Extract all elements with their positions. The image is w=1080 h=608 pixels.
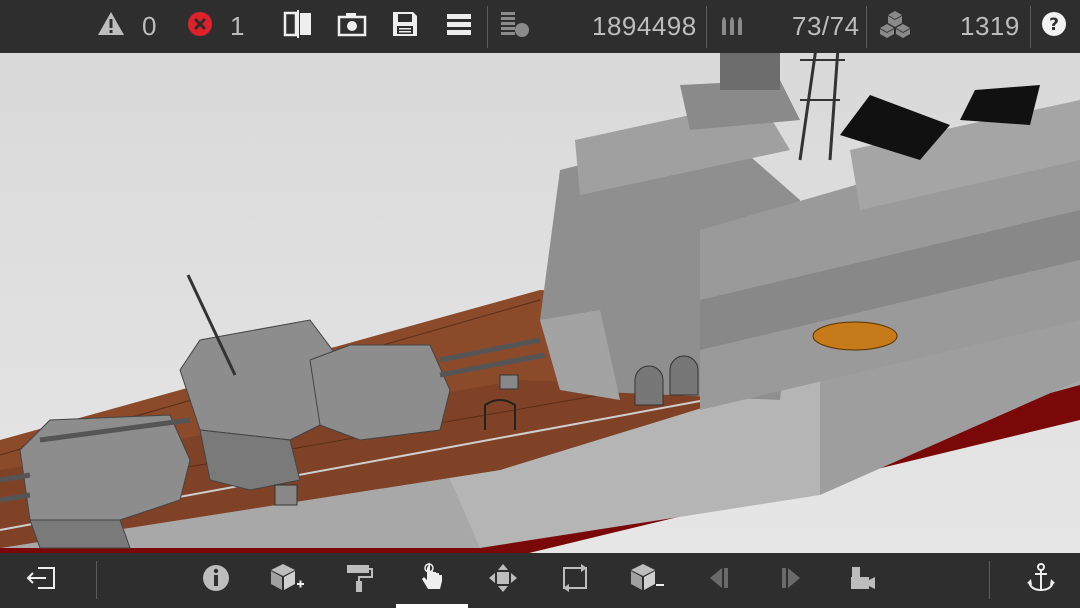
camera-icon [336,9,368,44]
screenshot-button[interactable] [336,0,368,53]
polygon-count: 1894498 [592,11,697,41]
menu-button[interactable] [444,0,474,53]
polygon-count-indicator: 1894498 [498,0,697,53]
divider [96,561,97,599]
3d-viewport[interactable] [0,53,1080,553]
ship-model [0,53,1080,553]
move-tool-button[interactable] [476,553,530,608]
save-icon [390,9,420,44]
rotate-icon [559,562,591,599]
ammo-count: 73/74 [792,11,860,41]
active-tool-indicator [396,604,468,608]
error-icon [186,10,214,43]
remove-block-icon [629,562,665,599]
paint-button[interactable] [332,553,386,608]
paint-roller-icon [344,562,374,599]
info-button[interactable] [189,553,243,608]
rotate-tool-button[interactable] [548,553,602,608]
move-icon [487,562,519,599]
warnings-count: 0 [142,11,157,41]
split-view-icon [282,9,314,44]
select-tool-button[interactable] [405,553,459,608]
divider [866,6,867,48]
ammo-indicator: 73/74 [718,0,860,53]
camera-view-button[interactable] [836,553,890,608]
divider [989,561,990,599]
blocks-count: 1319 [960,11,1020,41]
exit-button[interactable] [14,553,68,608]
errors-count: 1 [230,11,245,41]
anchor-button[interactable] [1014,553,1068,608]
ammo-icon [718,9,748,44]
errors-indicator[interactable]: 1 [186,0,245,53]
anchor-icon [1026,562,1056,599]
svg-text:?: ? [1049,15,1059,35]
divider [487,6,488,48]
warning-icon [96,9,126,44]
remove-block-button[interactable] [620,553,674,608]
touch-select-icon [417,562,447,599]
help-button[interactable]: ? [1040,0,1068,53]
menu-icon [444,9,474,44]
divider [706,6,707,48]
blocks-indicator: 1319 [878,0,1020,53]
help-icon: ? [1040,10,1068,43]
exit-icon [24,563,58,598]
info-icon [201,563,231,598]
add-block-button[interactable] [260,553,314,608]
add-block-icon [269,562,305,599]
camera-view-icon [848,563,878,598]
undo-icon [706,563,732,598]
save-button[interactable] [390,0,420,53]
bottom-toolbar [0,553,1080,608]
split-view-button[interactable] [282,0,314,53]
top-toolbar: 0 1 1894498 73/74 1319 ? [0,0,1080,53]
polygon-count-icon [498,9,532,44]
redo-icon [778,563,804,598]
undo-button[interactable] [692,553,746,608]
divider [1030,6,1031,48]
redo-button[interactable] [764,553,818,608]
blocks-icon [878,9,912,44]
warnings-indicator[interactable]: 0 [96,0,157,53]
